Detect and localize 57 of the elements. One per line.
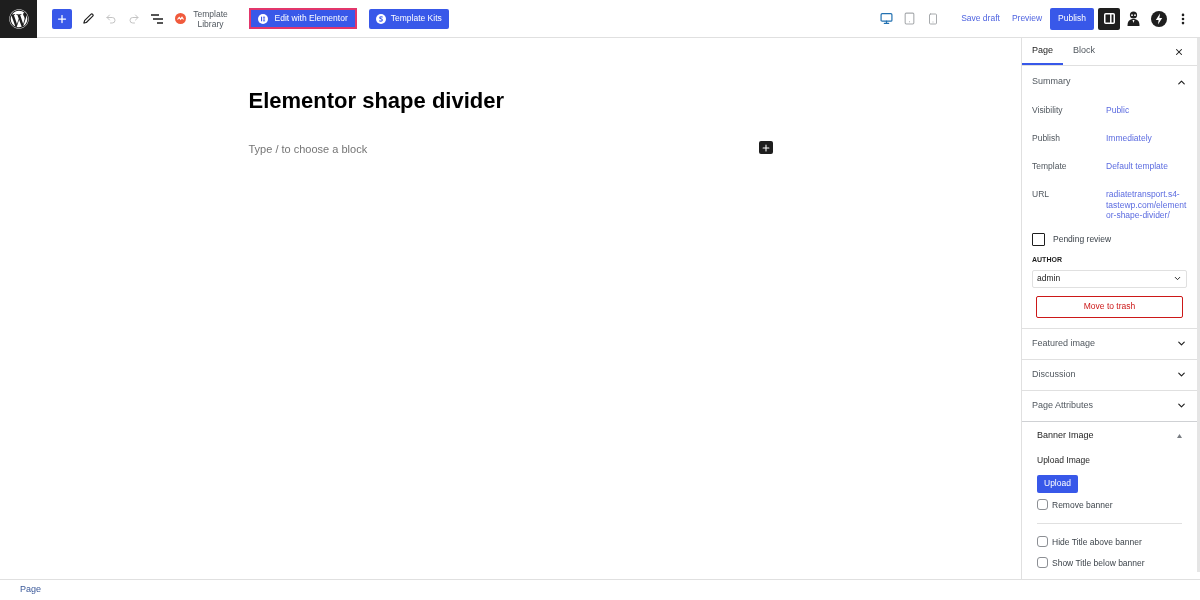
panel-header[interactable]: Page Attributes xyxy=(1022,390,1197,421)
pen-icon xyxy=(82,13,94,24)
plus-icon xyxy=(56,12,68,25)
checkbox[interactable] xyxy=(1037,536,1048,547)
elementor-icon xyxy=(257,13,268,24)
template-kits-button[interactable]: Template Kits xyxy=(368,8,449,29)
add-block-button[interactable] xyxy=(758,141,773,154)
summary-label: Visibility xyxy=(1032,104,1064,117)
sidebar-tab[interactable]: Block xyxy=(1063,38,1106,65)
logo-icon xyxy=(8,8,29,29)
redo-icon xyxy=(128,12,140,25)
author-select[interactable]: admin xyxy=(1032,269,1187,288)
publish-button[interactable]: Publish xyxy=(1050,7,1094,30)
edit-with-elementor-button[interactable]: Edit with Elementor xyxy=(248,8,357,29)
banner-panel-header[interactable]: Banner Image xyxy=(1037,421,1182,450)
person-icon[interactable] xyxy=(1127,11,1140,26)
move-to-trash-button[interactable]: Move to trash xyxy=(1036,295,1183,318)
desktop-icon xyxy=(880,12,894,25)
plus-icon xyxy=(760,142,771,153)
logo-tile[interactable] xyxy=(0,0,37,38)
template-library-button[interactable]: Template Library xyxy=(191,8,230,29)
chevron-down-icon xyxy=(1173,274,1182,283)
checkbox-label: Hide Title above banner xyxy=(1052,535,1142,548)
tablet-icon xyxy=(903,12,917,25)
panel-header[interactable]: Discussion xyxy=(1022,359,1197,390)
upload-image-label: Upload Image xyxy=(1037,453,1090,467)
checkbox[interactable] xyxy=(1032,232,1045,246)
upload-button[interactable]: Upload xyxy=(1037,474,1078,493)
settings-toggle-button[interactable] xyxy=(1098,7,1120,30)
summary-label: URL xyxy=(1032,188,1050,201)
close-icon xyxy=(1174,46,1184,57)
phone-icon xyxy=(926,12,939,25)
summary-value-link[interactable]: Default template xyxy=(1106,159,1187,173)
template-library-icon[interactable] xyxy=(174,13,186,24)
kits-icon xyxy=(375,13,386,24)
summary-value-link[interactable]: Immediately xyxy=(1106,131,1187,145)
block-placeholder[interactable]: Type / to choose a block xyxy=(248,141,368,157)
lightning-icon[interactable] xyxy=(1151,10,1167,27)
list-view-icon xyxy=(151,13,163,24)
page-title[interactable]: Elementor shape divider xyxy=(248,87,773,115)
undo-icon xyxy=(105,12,117,25)
summary-label: Template xyxy=(1032,160,1068,173)
summary-value-link[interactable]: Public xyxy=(1106,103,1187,117)
checkbox-label: Remove banner xyxy=(1052,498,1113,511)
checkbox-label: Pending review xyxy=(1053,233,1112,245)
save-draft-button[interactable]: Save draft xyxy=(961,12,1000,25)
sidebar-panel-icon xyxy=(1103,13,1115,24)
checkbox[interactable] xyxy=(1037,499,1048,510)
summary-label: Publish xyxy=(1032,132,1061,145)
breadcrumb-link[interactable]: Page xyxy=(20,583,42,597)
sidebar-tab[interactable]: Page xyxy=(1022,38,1064,65)
preview-button[interactable]: Preview xyxy=(1011,12,1043,25)
summary-panel-header[interactable]: Summary xyxy=(1032,66,1187,98)
panel-header[interactable]: Featured image xyxy=(1022,328,1197,359)
checkbox[interactable] xyxy=(1037,557,1048,568)
summary-value-link[interactable]: radiatetransport.s4-tastewp.com/elementor-shape-divider/ xyxy=(1106,189,1187,221)
checkbox-label: Show Title below banner xyxy=(1052,556,1145,569)
